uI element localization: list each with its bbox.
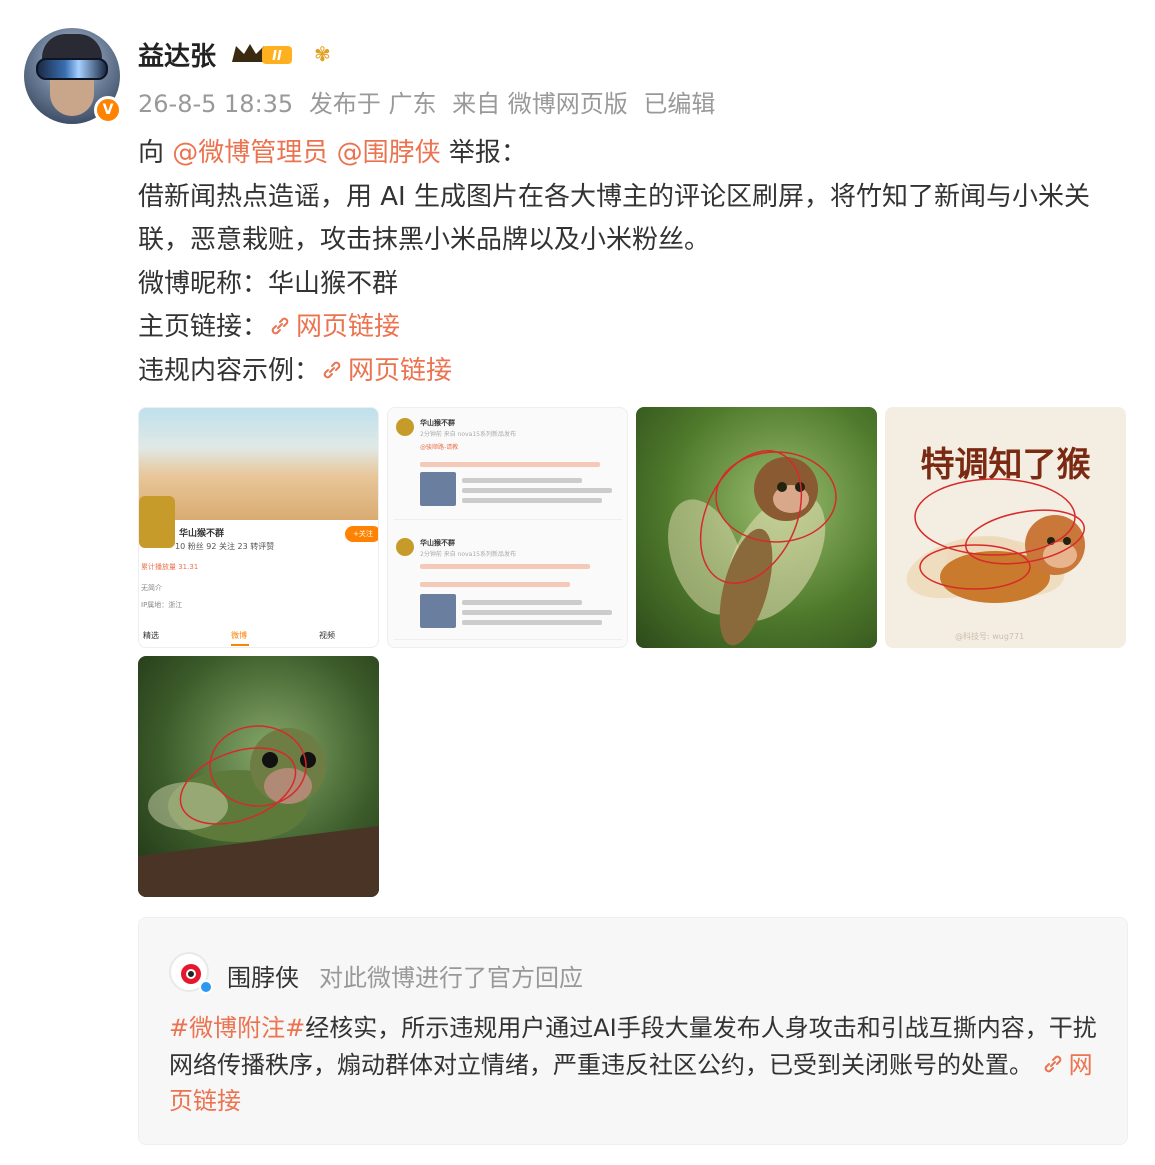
profile-mini-tab-1: 精选	[143, 631, 159, 640]
comment-sub: 2分钟前 来自 nova15系列新品发布	[420, 431, 516, 438]
comment-avatar	[396, 538, 414, 556]
comment-avatar	[396, 418, 414, 436]
nickname-line: 微博昵称：华山猴不群	[138, 268, 399, 299]
profile-mini-tab-2: 微博	[231, 631, 247, 640]
link-icon	[323, 361, 341, 378]
svg-text:II: II	[272, 49, 282, 64]
comment-line	[462, 600, 582, 605]
post-meta: 26-8-5 18:35 发布于 广东 来自 微博网页版 已编辑	[138, 84, 723, 119]
comment-line	[462, 498, 602, 503]
report-line: 向 @微博管理员 @围脖侠 举报：	[138, 132, 1128, 176]
report-prefix: 向	[138, 138, 165, 168]
report-suffix: 举报：	[448, 138, 527, 168]
image-monkey-cicada-1[interactable]	[636, 407, 877, 648]
vip-crown-icon[interactable]: II	[230, 40, 296, 68]
profile-mini-loc: IP属地：浙江	[141, 601, 183, 609]
comment-card-1: 华山猴不群 2分钟前 来自 nova15系列新品发布 @骏顺路-请教	[394, 412, 622, 520]
profile-mini-bio: 无简介	[141, 584, 162, 592]
profile-mini-tab-underline	[231, 644, 249, 646]
image-monkey-cicada-3[interactable]	[138, 656, 379, 897]
comment-line	[462, 610, 612, 615]
mention-weibo-admin[interactable]: @微博管理员	[172, 138, 328, 168]
monkey-cicada-illustration	[668, 450, 837, 646]
example-line: 违规内容示例： 网页链接	[138, 350, 1128, 394]
avatar-face	[50, 76, 94, 116]
example-link[interactable]: 网页链接	[320, 356, 452, 386]
official-response-card: 围脖侠 对此微博进行了官方回应 #微博附注#经核实，所示违规用户通过AI手段大量…	[138, 917, 1128, 1145]
profile-mini-follow: +关注	[345, 526, 378, 542]
post-source: 来自 微博网页版	[452, 90, 628, 118]
image-profile-screenshot[interactable]: 华山猴不群 +关注 10 粉丝 92 关注 23 转评赞 累计播放量 31.31…	[138, 407, 379, 648]
homepage-link[interactable]: 网页链接	[268, 312, 400, 342]
post-content: 向 @微博管理员 @围脖侠 举报： 借新闻热点造谣，用 AI 生成图片在各大博主…	[138, 132, 1128, 393]
author-name[interactable]: 益达张	[138, 36, 216, 73]
comment-user: 华山猴不群	[420, 419, 455, 427]
weibo-logo-pupil	[186, 969, 196, 979]
verified-badge-icon: V	[94, 96, 122, 124]
comment-line	[420, 582, 570, 587]
image-monkey-cicada-2[interactable]: 特调知了猴 @科技号: wug771	[885, 407, 1126, 648]
homepage-line: 主页链接： 网页链接	[138, 306, 1128, 350]
comment-line	[462, 620, 602, 625]
post-edited[interactable]: 已编辑	[643, 90, 715, 118]
image-watermark: @科技号: wug771	[955, 632, 1025, 641]
report-body: 借新闻热点造谣，用 AI 生成图片在各大博主的评论区刷屏，将竹知了新闻与小米关联…	[138, 181, 1090, 256]
homepage-link-text: 网页链接	[296, 312, 401, 342]
blue-verified-icon	[199, 980, 213, 994]
monkey-cicada-log-illustration	[138, 725, 379, 897]
comment-sub: 2分钟前 来自 nova15系列新品发布	[420, 551, 516, 558]
profile-mini-tab-3: 视频	[319, 631, 335, 640]
profile-mini-name: 华山猴不群	[179, 529, 225, 539]
homepage-label: 主页链接：	[138, 312, 269, 342]
link-icon	[1044, 1055, 1061, 1072]
comment-line	[462, 488, 612, 493]
profile-mini-tag: 累计播放量 31.31	[141, 563, 199, 571]
post-time[interactable]: 26-8-5 18:35	[138, 90, 293, 118]
response-text: 经核实，所示违规用户通过AI手段大量发布人身攻击和引战互撕内容，干扰网络传播秩序…	[169, 1014, 1097, 1079]
avatar-vr-goggle	[36, 58, 108, 80]
response-action: 对此微博进行了官方回应	[319, 964, 583, 992]
response-author[interactable]: 围脖侠	[227, 958, 299, 993]
comment-card-2: 华山猴不群 2分钟前 来自 nova15系列新品发布	[394, 532, 622, 640]
hashtag-weibo-note[interactable]: #微博附注#	[169, 1014, 305, 1042]
comment-thumb	[420, 472, 456, 506]
comment-thumb	[420, 594, 456, 628]
example-label: 违规内容示例：	[138, 355, 321, 386]
image-comments-screenshot[interactable]: 华山猴不群 2分钟前 来自 nova15系列新品发布 @骏顺路-请教 华山猴不群…	[387, 407, 628, 648]
response-body: #微博附注#经核实，所示违规用户通过AI手段大量发布人身攻击和引战互撕内容，干扰…	[169, 1010, 1109, 1120]
comment-line	[420, 564, 590, 569]
mention-weibo-hero[interactable]: @围脖侠	[337, 138, 441, 168]
link-icon	[271, 317, 289, 335]
comment-user: 华山猴不群	[420, 539, 455, 547]
comment-reply-tag: @骏顺路-请教	[420, 444, 459, 451]
flower-badge-icon[interactable]: ✾	[314, 42, 331, 66]
comment-line	[462, 478, 582, 483]
comment-line	[420, 462, 600, 467]
post-location: 发布于 广东	[308, 90, 437, 118]
example-link-text: 网页链接	[348, 355, 453, 386]
profile-mini-avatar	[139, 496, 175, 548]
profile-mini-stats: 10 粉丝 92 关注 23 转评赞	[175, 542, 275, 551]
cicada-monkey-illustration	[906, 478, 1085, 603]
